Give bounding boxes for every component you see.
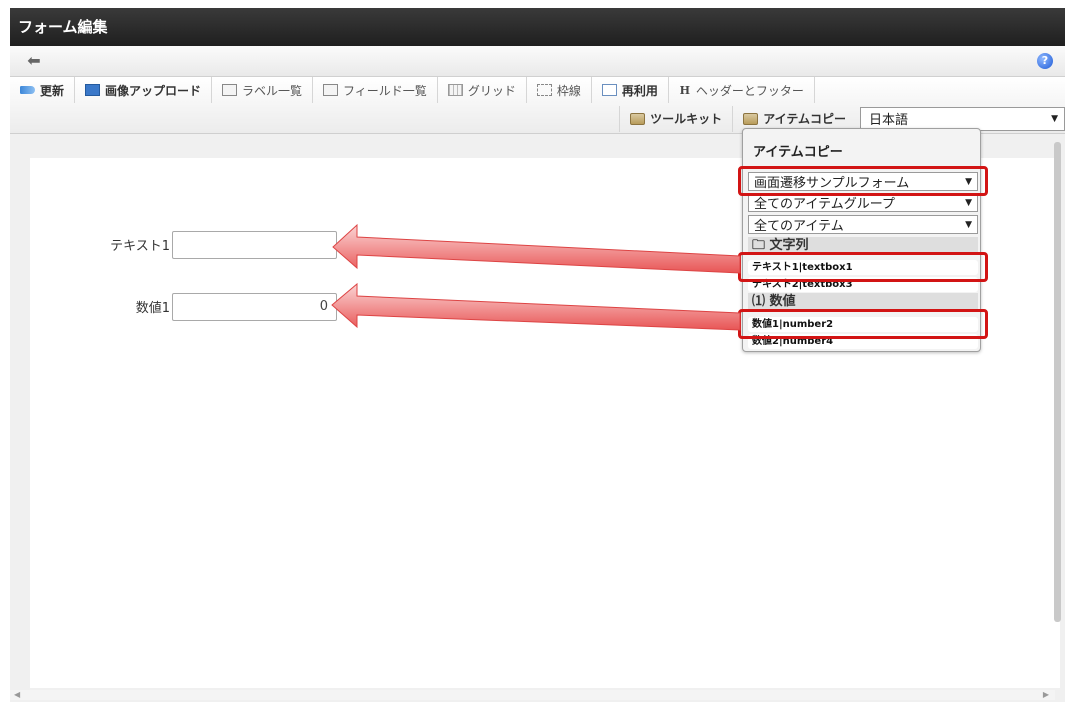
arrow-to-text1 (332, 223, 741, 274)
drag-arrows (331, 223, 741, 331)
arrow-to-number1 (331, 282, 741, 331)
